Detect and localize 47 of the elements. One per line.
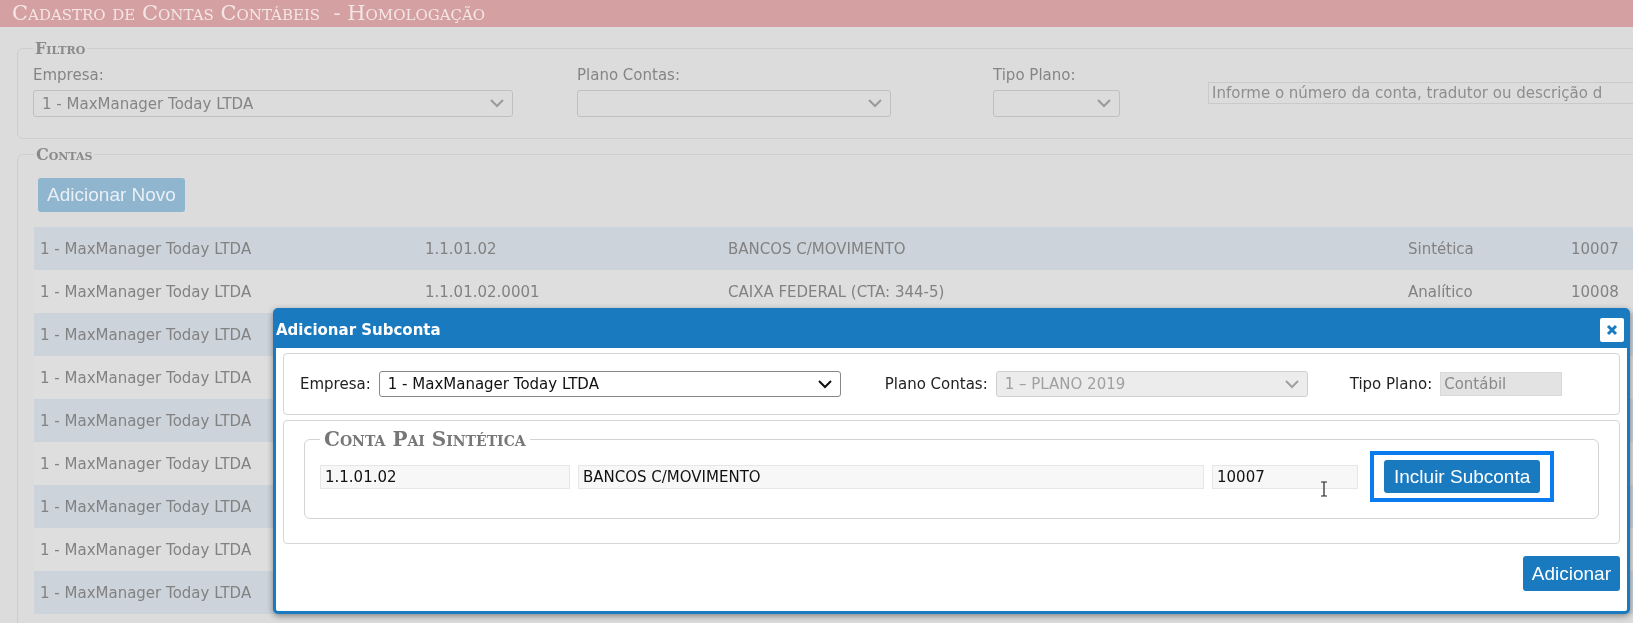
close-button[interactable] [1600,317,1624,342]
chart-of-accounts-label: Plano Contas: [884,375,988,393]
table-cell: BANCOS C/MOVIMENTO [728,239,906,258]
add-button[interactable]: Adicionar [1522,556,1620,591]
table-row[interactable]: 1 - MaxManager Today LTDA 1.1.01.02 BANCOS C/MOVIMENTO Sintética 10007 [34,227,1633,270]
chart-of-accounts-select[interactable] [577,90,891,117]
table-cell: Analítico [1408,282,1473,301]
plan-type-label: Tipo Plano: [1349,375,1433,393]
chevron-icon [817,379,832,389]
text-cursor-icon [1320,481,1328,497]
table-cell: 10008 [1571,282,1619,301]
close-icon [1606,323,1618,336]
filter-legend: Filtro [33,39,88,58]
search-field[interactable]: Informe o número da conta, tradutor ou descrição d [1208,82,1633,104]
table-cell: 1 - MaxManager Today LTDA [40,282,252,301]
chevron-icon [1097,99,1111,108]
company-select[interactable]: 1 - MaxManager Today LTDA [378,371,841,397]
table-cell: CAIXA FEDERAL (CTA: 344-5) [728,282,945,301]
table-cell: 1.1.01.02.0001 [425,282,540,301]
table-cell: 1 - MaxManager Today LTDA [40,325,252,344]
chart-of-accounts-label: Plano Contas: [577,66,681,84]
include-subaccount-button[interactable]: Incluir Subconta [1384,460,1541,493]
company-label: Empresa: [300,375,371,393]
accounts-legend: Contas [34,145,95,164]
account-code-field[interactable]: 1.1.01.02 [320,464,570,489]
account-description-field[interactable]: BANCOS C/MOVIMENTO [578,464,1204,489]
plan-type-label: Tipo Plano: [993,66,1077,84]
table-cell: 1 - MaxManager Today LTDA [40,583,252,602]
table-cell: 1.1.01.02 [425,239,497,258]
dialog-title: Adicionar Subconta [276,320,441,339]
table-cell: 10007 [1571,239,1619,258]
table-cell: 1 - MaxManager Today LTDA [40,368,252,387]
table-cell: 1 - MaxManager Today LTDA [40,454,252,473]
page-title: Cadastro de Contas Contábeis - Homologação [12,0,486,27]
table-cell: 1 - MaxManager Today LTDA [40,540,252,559]
account-number-field[interactable]: 10007 [1212,464,1358,489]
company-select[interactable]: 1 - MaxManager Today LTDA [33,90,513,117]
parent-account-legend: Conta Pai Sintética [320,427,530,451]
chevron-icon [868,99,882,108]
table-cell: Sintética [1408,239,1474,258]
table-cell: 1 - MaxManager Today LTDA [40,497,252,516]
table-cell: 1 - MaxManager Today LTDA [40,239,252,258]
table-cell: 1 - MaxManager Today LTDA [40,411,252,430]
company-label: Empresa: [33,66,105,84]
plan-type-select[interactable] [993,90,1120,117]
chevron-icon [1284,379,1299,389]
chevron-icon [490,99,504,108]
